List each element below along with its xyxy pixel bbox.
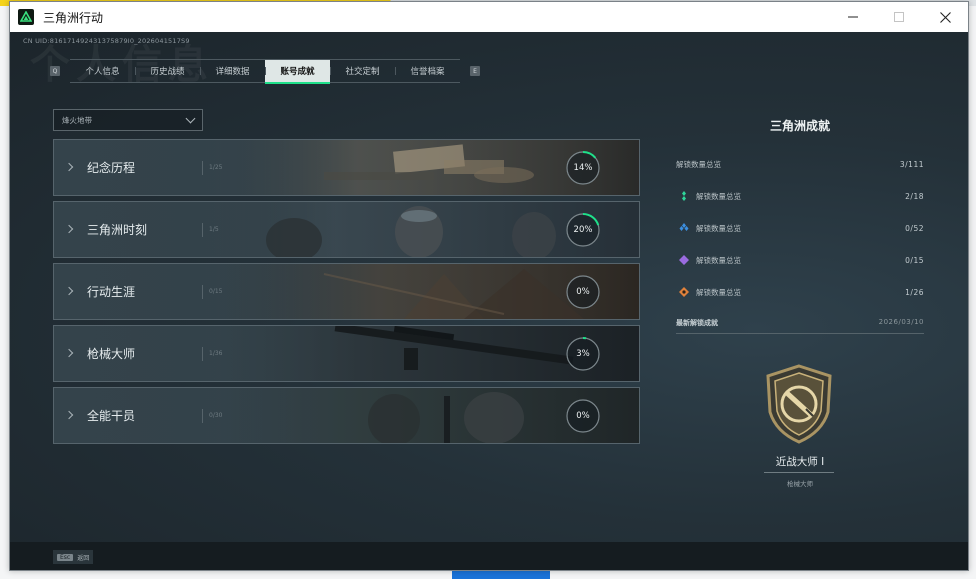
player-uid: CN UID:816171492431375879I0_2026041517S9 [23, 37, 190, 45]
category-count: 0/30 [209, 412, 223, 419]
mode-filter-value: 烽火地带 [62, 115, 92, 125]
category-count: 1/36 [209, 350, 223, 357]
summary-row-label: 解锁数量总览 [696, 191, 741, 201]
progress-percent: 20% [573, 225, 593, 235]
category-card-delta-moment[interactable]: 三角洲时刻 1/5 20% [53, 201, 640, 258]
summary-row: 解锁数量总览 1/26 [676, 276, 924, 308]
chevron-right-icon [64, 348, 74, 358]
summary-total-label: 解锁数量总览 [676, 159, 721, 169]
tier-purple-icon [679, 255, 689, 265]
divider [202, 285, 203, 299]
category-label: 纪念历程 [87, 161, 136, 175]
summary-total-value: 3/111 [899, 159, 924, 169]
summary-row-value: 0/52 [905, 223, 924, 233]
esc-key: Esc [57, 553, 74, 561]
category-card-all-round-operator[interactable]: 全能干员 0/30 0% [53, 387, 640, 444]
desktop-taskbar-fragment [452, 570, 550, 579]
achievement-category-list: 纪念历程 1/25 14% 三角洲时刻 1/5 20% 行动生涯 0/15 0%… [53, 139, 640, 449]
app-window: 三角洲行动 个人信息 CN UID:816171492431375879I0_2… [9, 1, 969, 571]
progress-percent: 14% [573, 163, 593, 173]
summary-row-value: 0/15 [905, 255, 924, 265]
minimize-button[interactable] [830, 2, 876, 32]
category-count: 1/25 [209, 164, 223, 171]
footer-bar: Esc 返回 [10, 542, 968, 570]
divider [202, 223, 203, 237]
tier-blue-icon [679, 223, 689, 231]
category-count: 0/15 [209, 288, 223, 295]
summary-total-row: 解锁数量总览 3/111 [676, 148, 924, 180]
divider [202, 347, 203, 361]
badge-name: 近战大师 I [775, 456, 825, 468]
tier-orange-icon [679, 287, 689, 297]
prev-tab-key[interactable]: Q [50, 66, 60, 76]
chevron-down-icon [185, 113, 196, 123]
category-label: 全能干员 [87, 409, 136, 423]
chevron-right-icon [64, 410, 74, 420]
tab-navigation: Q 个人信息 历史战绩 详细数据 账号成就 社交定制 信誉档案 E [50, 59, 480, 84]
back-button[interactable]: Esc 返回 [53, 550, 94, 564]
panel-title: 三角洲成就 [769, 119, 830, 133]
maximize-button[interactable] [876, 2, 922, 32]
summary-row: 解锁数量总览 2/18 [676, 180, 924, 212]
app-content: 个人信息 CN UID:816171492431375879I0_2026041… [10, 32, 968, 570]
tab-detailed-data[interactable]: 详细数据 [200, 60, 265, 82]
latest-unlock-date: 2026/03/10 [878, 318, 924, 326]
tab-achievements[interactable]: 账号成就 [265, 60, 330, 84]
app-logo-icon [18, 9, 34, 25]
chevron-right-icon [64, 162, 74, 172]
tab-social-custom[interactable]: 社交定制 [330, 60, 395, 82]
badge-divider [764, 472, 834, 473]
progress-percent: 3% [576, 349, 590, 359]
summary-row: 解锁数量总览 0/52 [676, 212, 924, 244]
chevron-right-icon [64, 286, 74, 296]
chevron-right-icon [64, 224, 74, 234]
category-card-memorial[interactable]: 纪念历程 1/25 14% [53, 139, 640, 196]
close-button[interactable] [922, 2, 968, 32]
divider [202, 409, 203, 423]
minimize-icon [848, 16, 858, 18]
category-card-operation-career[interactable]: 行动生涯 0/15 0% [53, 263, 640, 320]
next-tab-key[interactable]: E [470, 66, 480, 76]
tab-personal-info[interactable]: 个人信息 [70, 60, 135, 82]
latest-badge[interactable]: 近战大师 I 枪械大师 [676, 334, 924, 544]
tier-green-icon [682, 191, 686, 201]
summary-row-label: 解锁数量总览 [696, 255, 741, 265]
title-bar[interactable]: 三角洲行动 [10, 2, 968, 32]
tab-reputation[interactable]: 信誉档案 [395, 60, 460, 82]
latest-unlock-label: 最新解锁成就 [676, 319, 718, 327]
summary-row-value: 2/18 [905, 191, 924, 201]
summary-row-value: 1/26 [905, 287, 924, 297]
summary-row-label: 解锁数量总览 [696, 223, 741, 233]
tab-bar: 个人信息 历史战绩 详细数据 账号成就 社交定制 信誉档案 [70, 59, 460, 84]
progress-percent: 0% [576, 411, 590, 421]
summary-row: 解锁数量总览 0/15 [676, 244, 924, 276]
tab-match-history[interactable]: 历史战绩 [135, 60, 200, 82]
melee-master-badge-icon [766, 364, 832, 444]
mode-filter-dropdown[interactable]: 烽火地带 [53, 109, 203, 131]
close-icon [939, 11, 951, 23]
summary-row-label: 解锁数量总览 [696, 287, 741, 297]
achievement-summary-panel: 三角洲成就 解锁数量总览 3/111 解锁数量总览 2/18 解锁数量总览 0/… [676, 107, 924, 517]
window-title: 三角洲行动 [43, 10, 104, 25]
progress-percent: 0% [576, 287, 590, 297]
category-count: 1/5 [209, 226, 219, 233]
category-label: 行动生涯 [87, 285, 136, 299]
category-label: 三角洲时刻 [87, 223, 148, 237]
divider [202, 161, 203, 175]
back-label: 返回 [77, 554, 90, 562]
latest-unlock-header: 最新解锁成就 2026/03/10 [676, 318, 924, 334]
category-card-weapon-master[interactable]: 枪械大师 1/36 3% [53, 325, 640, 382]
category-label: 枪械大师 [87, 347, 136, 361]
badge-category: 枪械大师 [787, 480, 813, 488]
maximize-icon [894, 12, 904, 22]
